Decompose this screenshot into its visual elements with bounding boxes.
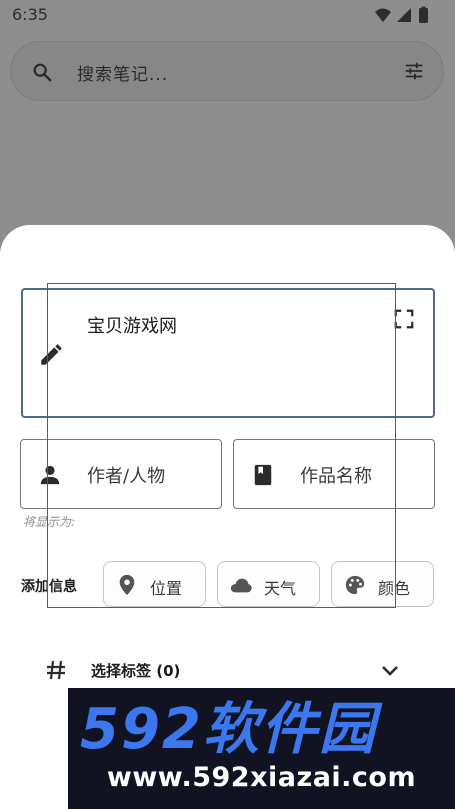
watermark-url: www.592xiazai.com [106, 762, 417, 793]
search-input[interactable]: 搜索笔记... [77, 60, 168, 85]
signal-icon [397, 8, 411, 22]
fullscreen-icon[interactable] [393, 308, 415, 330]
tag-selector-label: 选择标签 (0) [91, 662, 181, 680]
svg-text:592软件园: 592软件园 [80, 697, 383, 760]
search-icon [33, 63, 52, 82]
hash-icon [47, 660, 65, 680]
status-time: 6:35 [12, 5, 48, 24]
search-bar[interactable]: 搜索笔记... [10, 41, 444, 101]
wifi-icon [375, 8, 391, 22]
battery-icon [419, 8, 428, 23]
status-bar: 6:35 [0, 0, 455, 32]
chevron-down-icon[interactable] [378, 658, 402, 682]
watermark-logo: 592软件园 [80, 697, 383, 760]
highlight-box [47, 283, 396, 608]
filter-icon[interactable] [403, 60, 425, 82]
status-icons [375, 6, 428, 23]
watermark-banner: 592软件园 www.592xiazai.com [68, 688, 455, 809]
